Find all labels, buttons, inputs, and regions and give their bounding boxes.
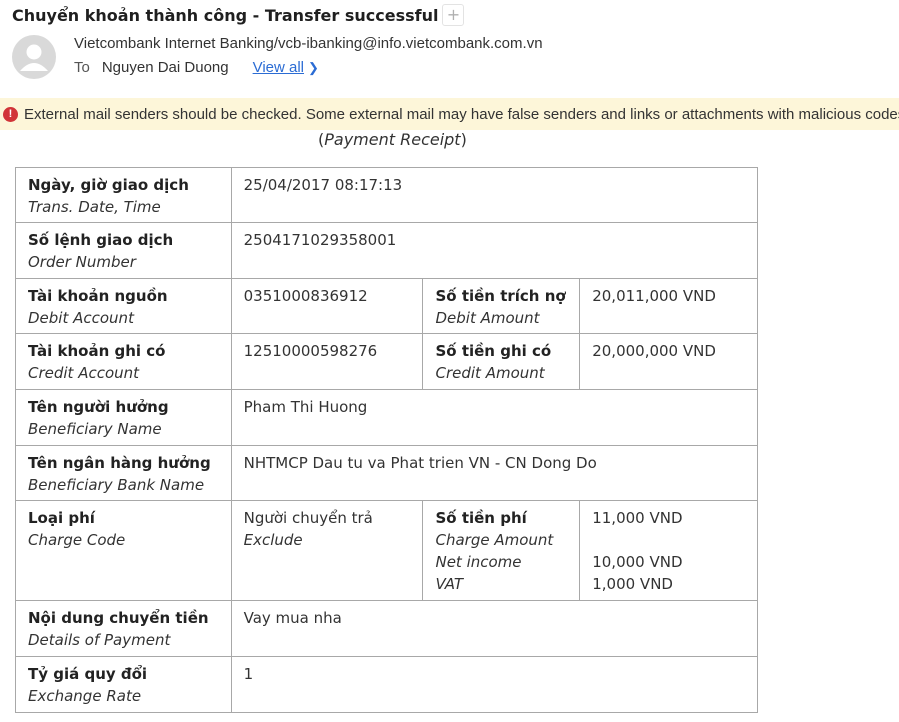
net-income-label: Net income	[435, 553, 522, 571]
value-cell: Vay mua nha	[230, 600, 759, 657]
row-sublabel: Beneficiary Name	[28, 420, 162, 438]
row-value: 1	[243, 665, 254, 683]
row-value: Vay mua nha	[243, 609, 342, 627]
row-label: Số lệnh giao dịch	[28, 231, 174, 249]
sender[interactable]: Vietcombank Internet Banking/vcb-ibankin…	[74, 35, 543, 52]
label-cell: Loại phí Charge Code	[15, 500, 232, 601]
value-cell: 12510000598276	[230, 333, 424, 390]
table-row: Tỷ giá quy đổi Exchange Rate 1	[15, 656, 759, 713]
table-row: Loại phí Charge Code Người chuyển trả Ex…	[15, 500, 758, 601]
to-label: To	[74, 59, 90, 76]
row-label: Loại phí	[28, 509, 95, 527]
amount-label: Số tiền trích nợ	[435, 287, 566, 305]
table-row: Ngày, giờ giao dịch Trans. Date, Time 25…	[15, 167, 759, 223]
row-label: Tài khoản ghi có	[28, 342, 166, 360]
amount-value-cell: 20,011,000 VND	[579, 278, 758, 334]
table-row: Số lệnh giao dịch Order Number 250417102…	[15, 222, 759, 279]
row-label: Tỷ giá quy đổi	[28, 665, 148, 683]
row-sublabel: Credit Account	[28, 364, 140, 382]
table-row: Tài khoản ghi có Credit Account 12510000…	[15, 333, 758, 390]
view-all-link[interactable]: View all	[253, 59, 304, 76]
warning-icon: !	[3, 106, 18, 122]
recipient[interactable]: Nguyen Dai Duong	[102, 59, 229, 76]
transaction-table: Ngày, giờ giao dịch Trans. Date, Time 25…	[15, 167, 759, 713]
receipt-title: Payment Receipt	[324, 130, 461, 149]
avatar[interactable]	[12, 35, 56, 79]
amount-label-cell: Số tiền ghi có Credit Amount	[422, 333, 581, 390]
receipt-close-paren: )	[460, 130, 467, 149]
amount-label: Số tiền ghi có	[435, 342, 552, 360]
amount-value: 11,000 VND	[592, 509, 683, 527]
recipients-row: To Nguyen Dai Duong View all ❯	[74, 59, 319, 76]
amount-value: 20,011,000 VND	[592, 287, 716, 305]
label-cell: Nội dung chuyển tiền Details of Payment	[15, 600, 232, 657]
external-sender-warning: ! External mail senders should be checke…	[0, 98, 899, 130]
label-cell: Tên người hưởng Beneficiary Name	[15, 389, 232, 446]
label-cell: Tài khoản nguồn Debit Account	[15, 278, 232, 334]
row-sublabel: Details of Payment	[28, 631, 171, 649]
row-label: Nội dung chuyển tiền	[28, 609, 209, 627]
row-label: Tài khoản nguồn	[28, 287, 168, 305]
row-sublabel: Order Number	[28, 253, 136, 271]
row-label: Ngày, giờ giao dịch	[28, 176, 189, 194]
table-row: Nội dung chuyển tiền Details of Payment …	[15, 600, 759, 657]
email-subject: Chuyển khoản thành công - Transfer succe…	[12, 4, 465, 26]
amount-value-cell: 20,000,000 VND	[579, 333, 758, 390]
receipt-caption: (Payment Receipt)	[318, 130, 467, 149]
row-value: 25/04/2017 08:17:13	[243, 176, 403, 194]
add-icon[interactable]: +	[442, 4, 465, 26]
value-cell: NHTMCP Dau tu va Phat trien VN - CN Dong…	[230, 445, 759, 501]
row-sublabel: Debit Account	[28, 309, 134, 327]
row-sublabel: Exchange Rate	[28, 687, 142, 705]
label-cell: Ngày, giờ giao dịch Trans. Date, Time	[15, 167, 232, 223]
row-value: NHTMCP Dau tu va Phat trien VN - CN Dong…	[243, 454, 597, 472]
amount-sublabel: Debit Amount	[435, 309, 540, 327]
amount-sublabel: Credit Amount	[435, 364, 545, 382]
row-value: 0351000836912	[243, 287, 368, 305]
value-cell: Người chuyển trả Exclude	[230, 500, 424, 601]
value-cell: 0351000836912	[230, 278, 424, 334]
row-value-sub: Exclude	[243, 531, 303, 549]
table-row: Tên người hưởng Beneficiary Name Pham Th…	[15, 389, 759, 446]
value-cell: 2504171029358001	[230, 222, 759, 279]
label-cell: Tên ngân hàng hưởng Beneficiary Bank Nam…	[15, 445, 232, 501]
label-cell: Tỷ giá quy đổi Exchange Rate	[15, 656, 232, 713]
row-sublabel: Trans. Date, Time	[28, 198, 161, 216]
value-cell: 25/04/2017 08:17:13	[230, 167, 759, 223]
chevron-right-icon[interactable]: ❯	[308, 60, 319, 76]
amount-label-cell: Số tiền trích nợ Debit Amount	[422, 278, 581, 334]
row-label: Tên ngân hàng hưởng	[28, 454, 211, 472]
row-sublabel: Beneficiary Bank Name	[28, 476, 205, 494]
table-row: Tài khoản nguồn Debit Account 0351000836…	[15, 278, 758, 334]
net-income-value: 10,000 VND	[592, 553, 683, 571]
row-value: 12510000598276	[243, 342, 378, 360]
amount-label-cell: Số tiền phí Charge Amount Net income VAT	[422, 500, 581, 601]
row-value: Người chuyển trả	[243, 509, 373, 527]
vat-value: 1,000 VND	[592, 575, 673, 593]
label-cell: Tài khoản ghi có Credit Account	[15, 333, 232, 390]
value-cell: 1	[230, 656, 759, 713]
table-row: Tên ngân hàng hưởng Beneficiary Bank Nam…	[15, 445, 759, 501]
row-label: Tên người hưởng	[28, 398, 169, 416]
row-value: Pham Thi Huong	[243, 398, 368, 416]
amount-value-cell: 11,000 VND 10,000 VND 1,000 VND	[579, 500, 758, 601]
row-sublabel: Charge Code	[28, 531, 126, 549]
amount-value: 20,000,000 VND	[592, 342, 716, 360]
row-value: 2504171029358001	[243, 231, 397, 249]
value-cell: Pham Thi Huong	[230, 389, 759, 446]
label-cell: Số lệnh giao dịch Order Number	[15, 222, 232, 279]
amount-label: Số tiền phí	[435, 509, 527, 527]
subject-text: Chuyển khoản thành công - Transfer succe…	[12, 5, 439, 25]
amount-sublabel: Charge Amount	[435, 531, 554, 549]
person-icon	[20, 44, 48, 71]
vat-label: VAT	[435, 575, 464, 593]
warning-text: External mail senders should be checked.…	[24, 105, 899, 123]
